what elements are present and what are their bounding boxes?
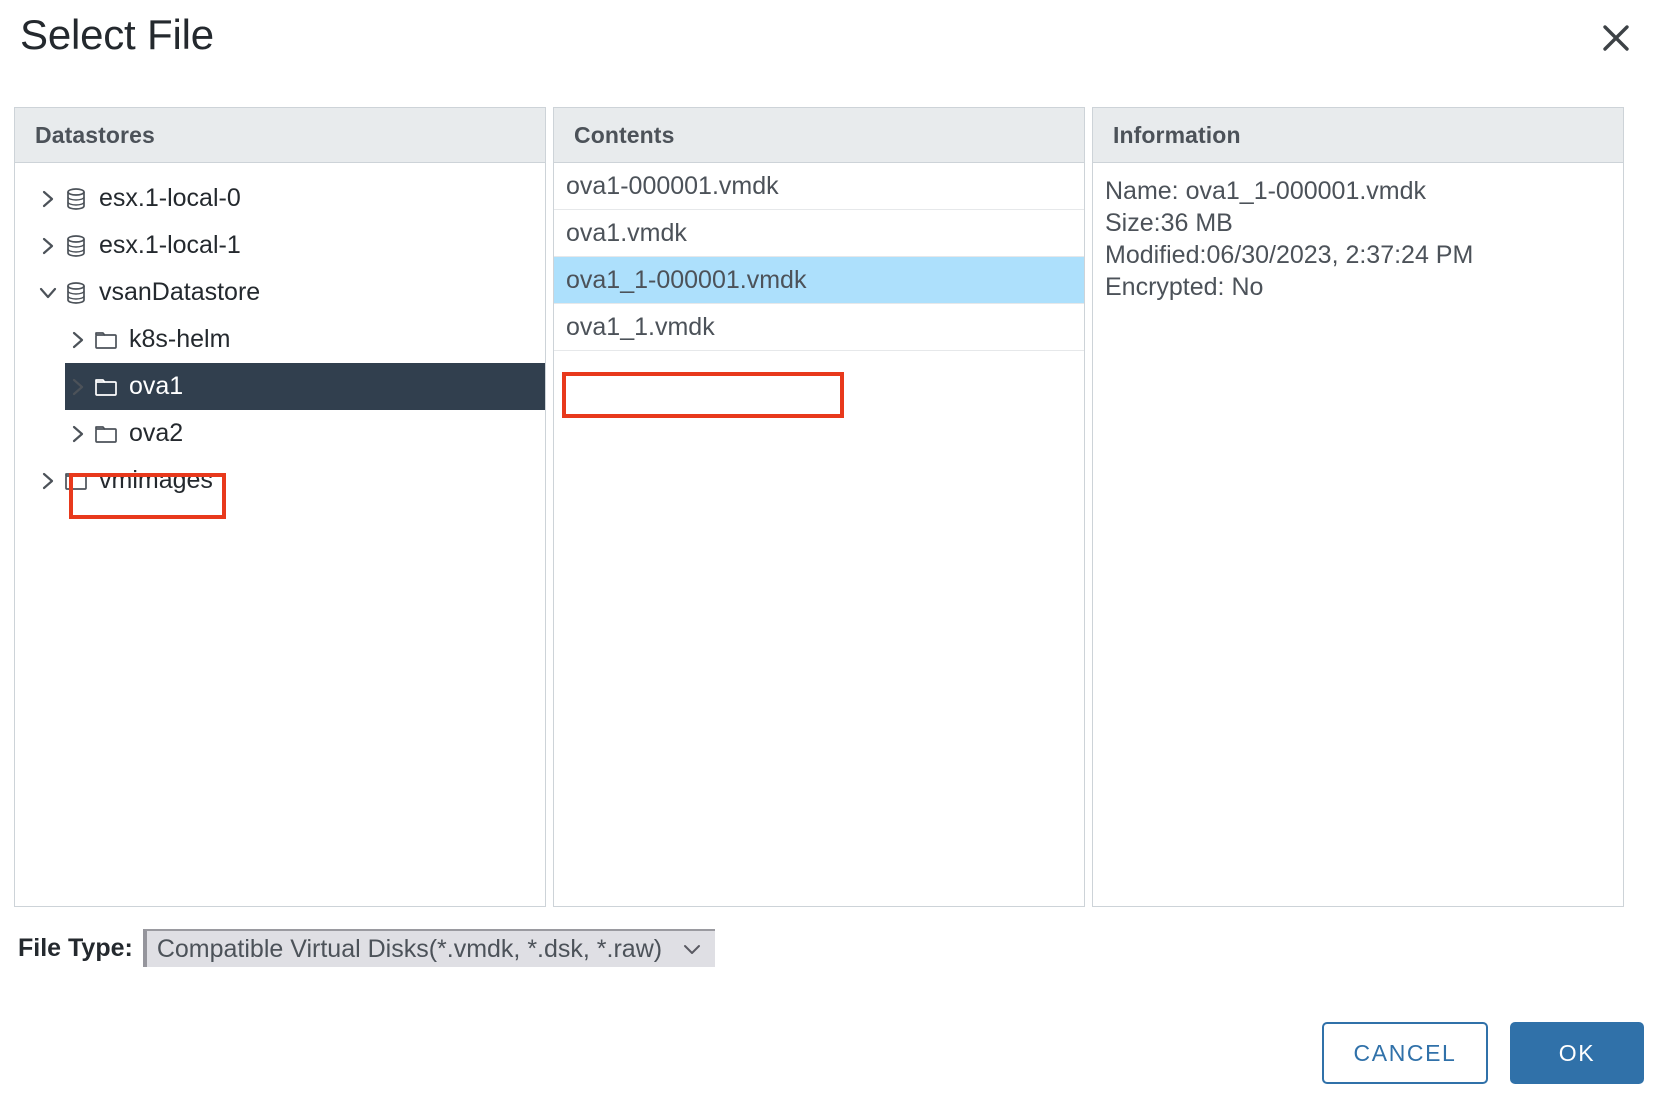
tree-item-k8s-helm[interactable]: k8s-helm — [15, 316, 545, 363]
datastore-icon — [61, 186, 91, 212]
file-info-name: Name: ova1_1-000001.vmdk — [1105, 177, 1427, 205]
tree-item-label: ova1 — [129, 372, 184, 400]
file-info-size: Size:36 MB — [1105, 209, 1233, 237]
information-panel: Information Name: ova1_1-000001.vmdk Siz… — [1092, 107, 1624, 907]
tree-item-ova2[interactable]: ova2 — [15, 410, 545, 457]
tree-item-label: esx.1-local-1 — [99, 231, 241, 259]
list-item[interactable]: ova1_1.vmdk — [554, 304, 1084, 351]
chevron-right-icon[interactable] — [65, 327, 91, 353]
dialog-title-bar: Select File — [0, 0, 1666, 90]
close-icon[interactable] — [1592, 14, 1640, 62]
contents-header-label: Contents — [574, 121, 675, 148]
tree-item-ova1[interactable]: ova1 — [15, 363, 545, 410]
tree-item-esx-1-local-1[interactable]: esx.1-local-1 — [15, 222, 545, 269]
page-title: Select File — [20, 11, 214, 58]
folder-icon — [91, 421, 121, 447]
datastore-icon — [61, 233, 91, 259]
list-item-selected[interactable]: ova1_1-000001.vmdk — [554, 257, 1084, 304]
information-panel-body: Name: ova1_1-000001.vmdk Size:36 MB Modi… — [1093, 163, 1623, 906]
tree-item-label: k8s-helm — [129, 325, 231, 353]
datastore-icon — [61, 280, 91, 306]
file-info-encrypted: Encrypted: No — [1105, 273, 1264, 301]
tree-item-esx-1-local-0[interactable]: esx.1-local-0 — [15, 175, 545, 222]
chevron-down-icon — [681, 938, 703, 960]
list-item[interactable]: ova1.vmdk — [554, 210, 1084, 257]
file-type-select[interactable]: Compatible Virtual Disks(*.vmdk, *.dsk, … — [142, 929, 715, 967]
ok-button[interactable]: OK — [1510, 1022, 1644, 1084]
panels-container: Datastores esx.1-local-0 esx.1-local-1 v… — [14, 107, 1652, 907]
datastores-panel-header: Datastores — [15, 108, 545, 163]
tree-item-vmimages[interactable]: vmimages — [15, 457, 545, 504]
tree-item-vsandatastore[interactable]: vsanDatastore — [15, 269, 545, 316]
file-type-label: File Type: — [18, 933, 133, 962]
contents-panel-body: ova1-000001.vmdk ova1.vmdk ova1_1-000001… — [554, 163, 1084, 906]
cancel-button[interactable]: CANCEL — [1322, 1022, 1488, 1084]
tree-item-label: vmimages — [99, 466, 213, 494]
contents-panel: Contents ova1-000001.vmdk ova1.vmdk ova1… — [553, 107, 1085, 907]
tree-item-label: vsanDatastore — [99, 278, 261, 306]
chevron-down-icon[interactable] — [35, 280, 61, 306]
chevron-right-icon[interactable] — [35, 186, 61, 212]
datastores-header-label: Datastores — [35, 121, 155, 148]
dialog-footer: CANCEL OK — [1322, 1022, 1644, 1084]
chevron-right-icon[interactable] — [35, 233, 61, 259]
folder-icon — [91, 374, 121, 400]
datastore-tree: esx.1-local-0 esx.1-local-1 vsanDatastor… — [15, 163, 545, 504]
datastores-panel: Datastores esx.1-local-0 esx.1-local-1 v… — [14, 107, 546, 907]
file-info-list: Name: ova1_1-000001.vmdk Size:36 MB Modi… — [1093, 163, 1623, 303]
contents-panel-header: Contents — [554, 108, 1084, 163]
tree-item-label: esx.1-local-0 — [99, 184, 241, 212]
tree-item-label: ova2 — [129, 419, 184, 447]
file-type-value: Compatible Virtual Disks(*.vmdk, *.dsk, … — [156, 934, 663, 963]
list-item[interactable]: ova1-000001.vmdk — [554, 163, 1084, 210]
chevron-right-icon[interactable] — [65, 374, 91, 400]
file-type-row: File Type: Compatible Virtual Disks(*.vm… — [18, 928, 715, 968]
folder-icon — [61, 468, 91, 494]
file-list: ova1-000001.vmdk ova1.vmdk ova1_1-000001… — [554, 163, 1084, 351]
folder-icon — [91, 327, 121, 353]
information-header-label: Information — [1113, 121, 1241, 148]
file-info-modified: Modified:06/30/2023, 2:37:24 PM — [1105, 241, 1474, 269]
chevron-right-icon[interactable] — [65, 421, 91, 447]
datastores-panel-body: esx.1-local-0 esx.1-local-1 vsanDatastor… — [15, 163, 545, 906]
chevron-right-icon[interactable] — [35, 468, 61, 494]
information-panel-header: Information — [1093, 108, 1623, 163]
